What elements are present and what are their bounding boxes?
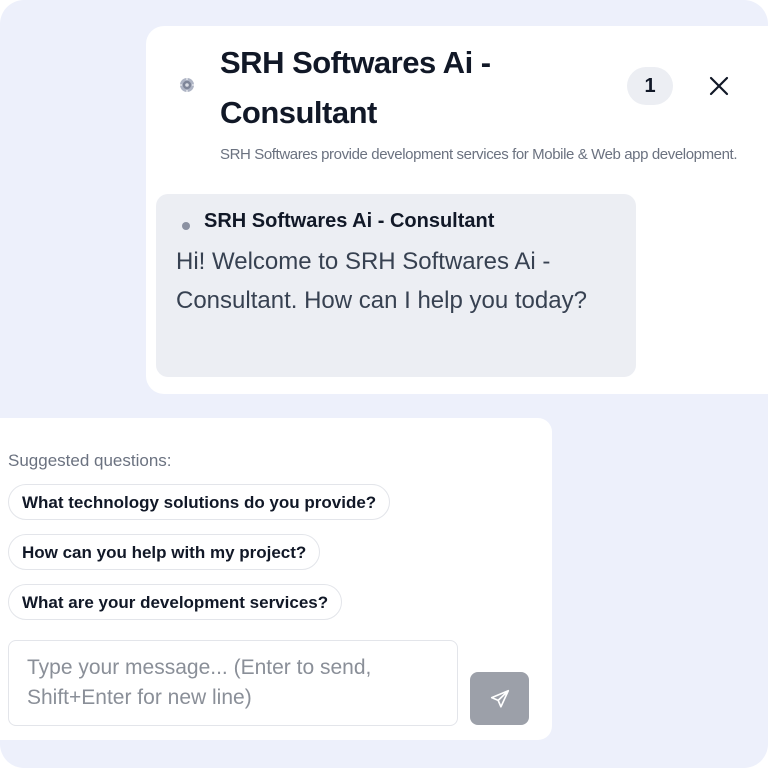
composer-panel: Suggested questions: What technology sol… <box>0 418 552 740</box>
bot-message-bubble: SRH Softwares Ai - Consultant Hi! Welcom… <box>156 194 636 377</box>
header-description: SRH Softwares provide development servic… <box>220 146 738 163</box>
bot-logo-icon <box>178 76 196 94</box>
message-input[interactable] <box>8 640 458 726</box>
message-text: Hi! Welcome to SRH Softwares Ai - Consul… <box>176 248 587 314</box>
send-icon <box>490 689 510 708</box>
suggested-question-chip[interactable]: What are your development services? <box>8 584 343 620</box>
unread-count-badge: 1 <box>627 67 673 105</box>
send-button[interactable] <box>470 672 529 725</box>
close-icon <box>709 76 729 96</box>
suggested-questions-label: Suggested questions: <box>8 451 172 470</box>
chat-panel: SRH Softwares Ai - Consultant 1 SRH Soft… <box>146 26 768 394</box>
page-background: SRH Softwares Ai - Consultant 1 SRH Soft… <box>0 0 768 768</box>
suggested-question-chip[interactable]: What technology solutions do you provide… <box>8 484 391 520</box>
suggested-question-chip[interactable]: How can you help with my project? <box>8 534 321 570</box>
message-sender: SRH Softwares Ai - Consultant <box>204 210 495 232</box>
page-title: SRH Softwares Ai - Consultant <box>220 45 491 130</box>
bot-avatar-icon <box>182 217 190 230</box>
close-button[interactable] <box>705 72 733 100</box>
